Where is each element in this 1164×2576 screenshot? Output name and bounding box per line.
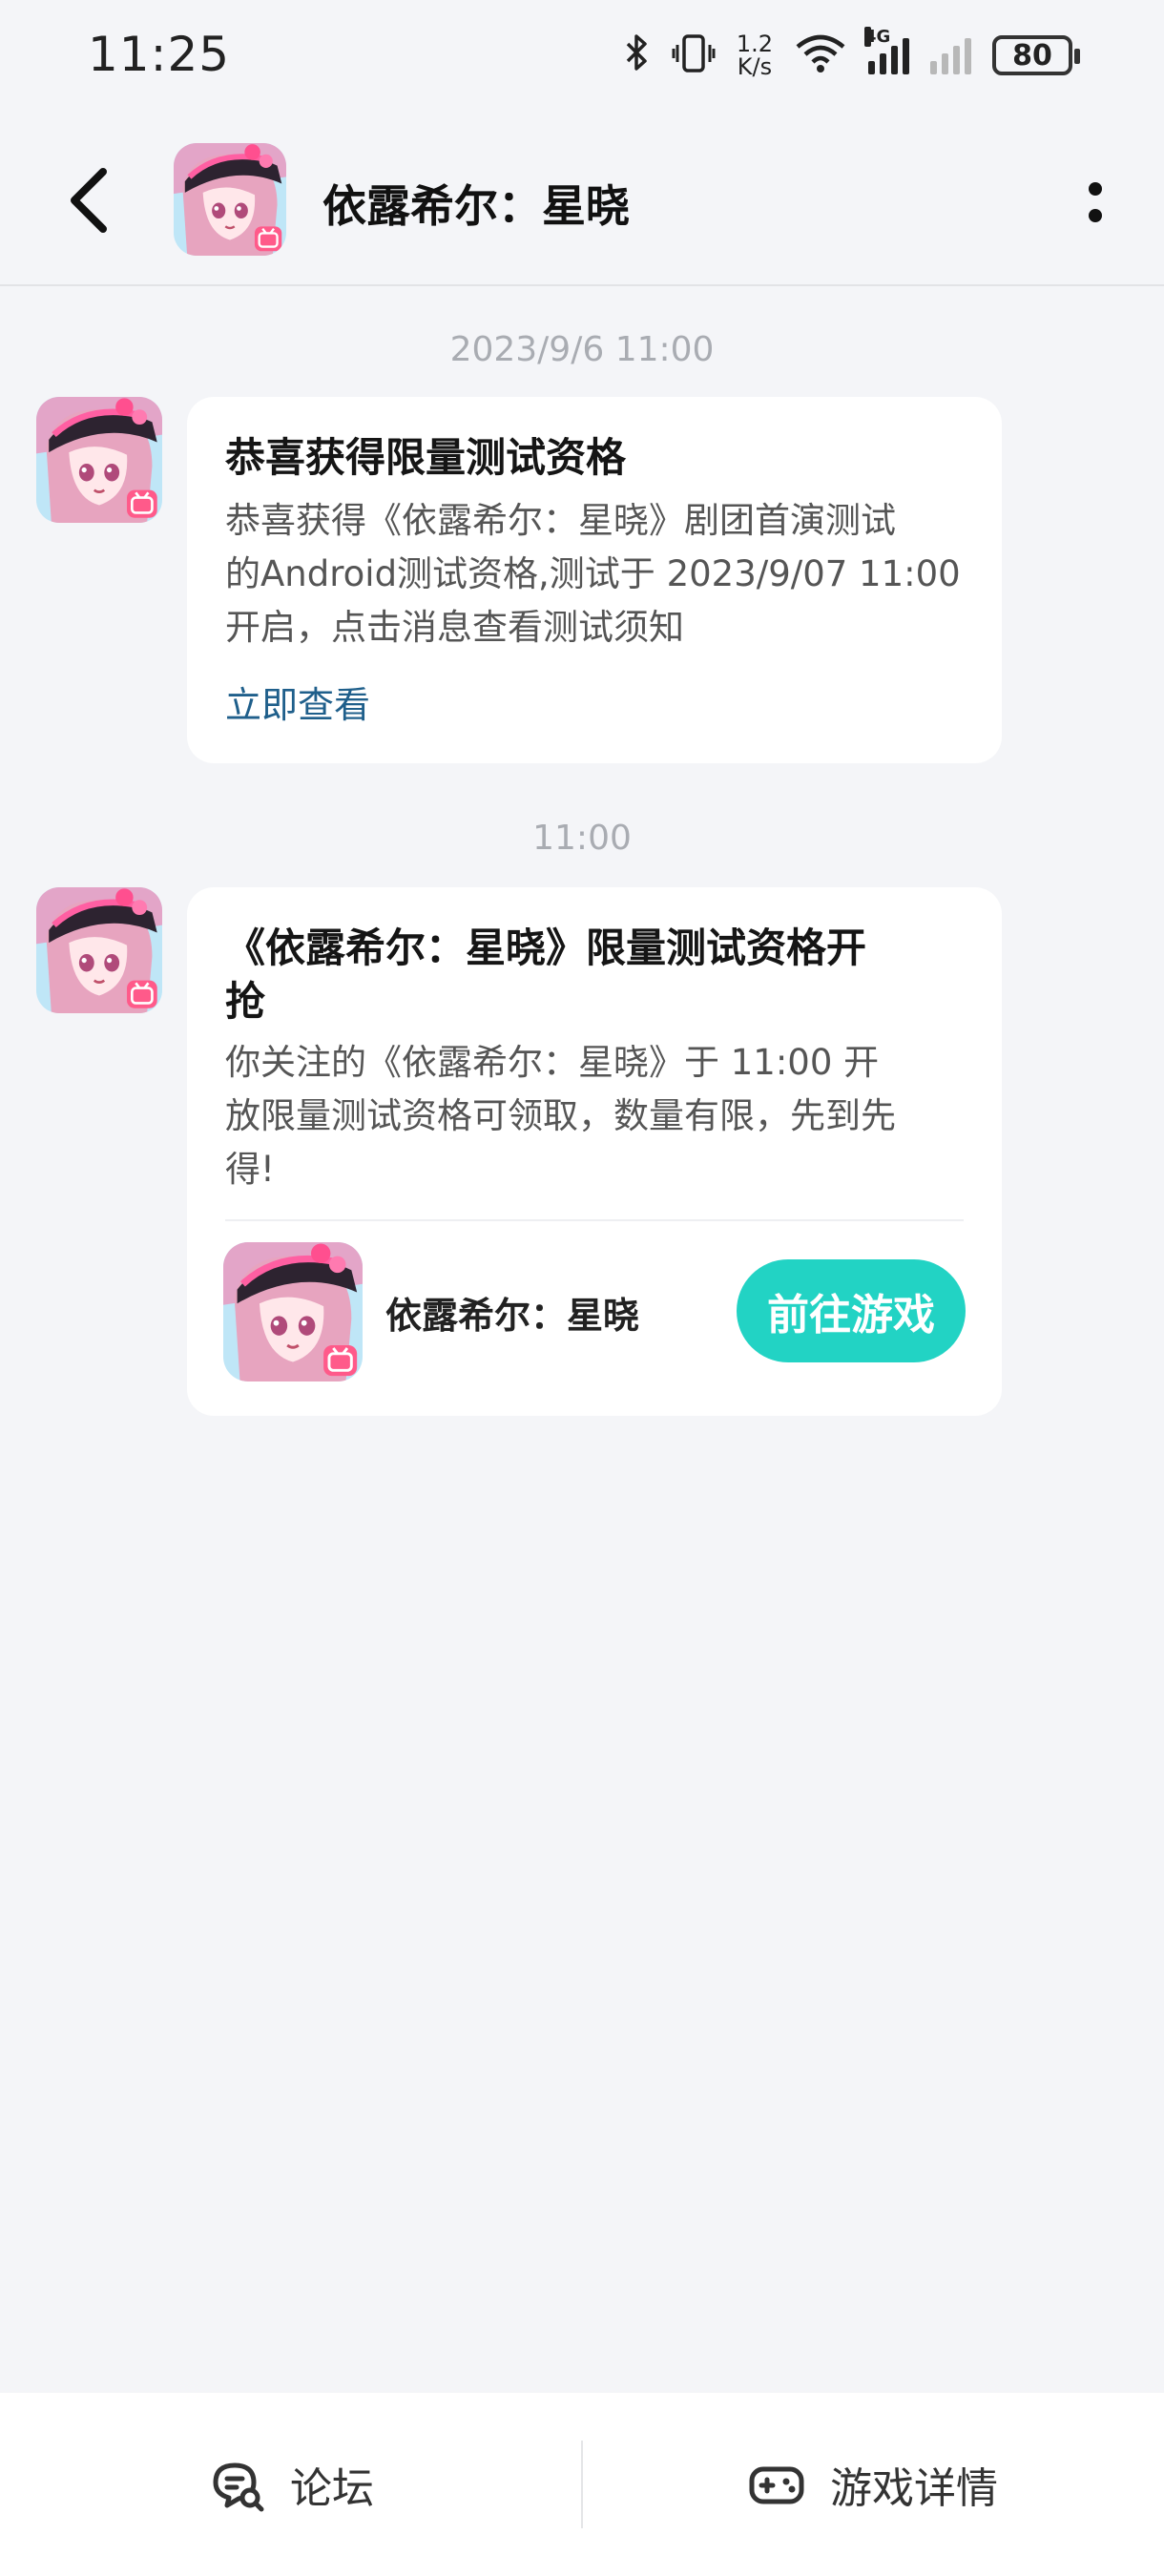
- message-card[interactable]: 《依露希尔：星晓》限量测试资格开 抢 你关注的《依露希尔：星晓》于 11:00 …: [187, 887, 1002, 1416]
- divider: [225, 1219, 964, 1221]
- go-to-game-button[interactable]: 前往游戏: [737, 1259, 966, 1362]
- gamepad-icon: [749, 2466, 804, 2504]
- message-body-line: 你关注的《依露希尔：星晓》于 11:00 开: [225, 1042, 880, 1083]
- message-body-line: 放限量测试资格可领取，数量有限，先到先: [225, 1095, 896, 1136]
- tab-game-details-label: 游戏详情: [830, 2464, 998, 2513]
- message-title-line: 抢: [225, 978, 266, 1025]
- sender-avatar[interactable]: [36, 397, 162, 523]
- page-title: 依露希尔：星晓: [322, 180, 630, 232]
- tab-forum[interactable]: 论坛: [0, 2393, 582, 2576]
- back-button[interactable]: [57, 162, 124, 239]
- signal-off-icon: [930, 36, 971, 74]
- tab-game-details[interactable]: 游戏详情: [582, 2393, 1164, 2576]
- network-speed-value: 1.2: [736, 31, 773, 57]
- sender-avatar[interactable]: [36, 887, 162, 1013]
- message-timestamp: 11:00: [532, 819, 632, 858]
- status-icons: 1.2 K/s 4G 80: [624, 27, 1080, 84]
- network-speed-unit: K/s: [737, 53, 773, 80]
- message-body-line: 得!: [225, 1149, 275, 1190]
- chat-header: 依露希尔：星晓: [0, 113, 1164, 286]
- vibrate-icon: [672, 33, 716, 77]
- chevron-left-icon: [71, 168, 107, 233]
- signal-label: 4G: [864, 27, 891, 47]
- screen: 11:25 1.2 K/s 4G 80 依露希尔：星晓 2023/9/6 11:…: [0, 0, 1164, 2576]
- forum-chat-icon: [213, 2462, 264, 2512]
- message-card[interactable]: 恭喜获得限量测试资格 恭喜获得《依露希尔：星晓》剧团首演测试 的Android测…: [187, 397, 1002, 763]
- game-icon[interactable]: [223, 1242, 363, 1381]
- message-timestamp: 2023/9/6 11:00: [449, 330, 715, 369]
- bottom-bar: 论坛 游戏详情: [0, 2393, 1164, 2576]
- view-now-link[interactable]: 立即查看: [225, 675, 370, 728]
- battery-icon: 80: [992, 35, 1080, 75]
- game-avatar[interactable]: [174, 143, 286, 256]
- status-time: 11:25: [88, 27, 231, 82]
- more-options-button[interactable]: [1074, 174, 1116, 231]
- message-body-line: 恭喜获得《依露希尔：星晓》剧团首演测试: [225, 500, 896, 541]
- message-title: 《依露希尔：星晓》限量测试资格开 抢: [225, 922, 969, 1028]
- message-body-line: 的Android测试资格,测试于 2023/9/07 11:00: [225, 553, 961, 594]
- message-title-line: 《依露希尔：星晓》限量测试资格开: [225, 924, 867, 971]
- wifi-icon: [794, 33, 847, 77]
- game-name: 依露希尔：星晓: [385, 1295, 640, 1337]
- bluetooth-icon: [624, 32, 651, 79]
- message-body: 恭喜获得《依露希尔：星晓》剧团首演测试 的Android测试资格,测试于 202…: [225, 494, 979, 654]
- network-speed: 1.2 K/s: [737, 32, 773, 78]
- status-bar: 11:25 1.2 K/s 4G 80: [0, 0, 1164, 113]
- tab-forum-label: 论坛: [290, 2464, 374, 2513]
- signal-icon: 4G: [864, 27, 909, 74]
- battery-level: 80: [1012, 38, 1052, 73]
- message-body: 你关注的《依露希尔：星晓》于 11:00 开 放限量测试资格可领取，数量有限，先…: [225, 1036, 979, 1196]
- more-vertical-icon: [1089, 182, 1102, 196]
- message-body-line: 开启，点击消息查看测试须知: [225, 607, 684, 648]
- message-title: 恭喜获得限量测试资格: [225, 434, 627, 481]
